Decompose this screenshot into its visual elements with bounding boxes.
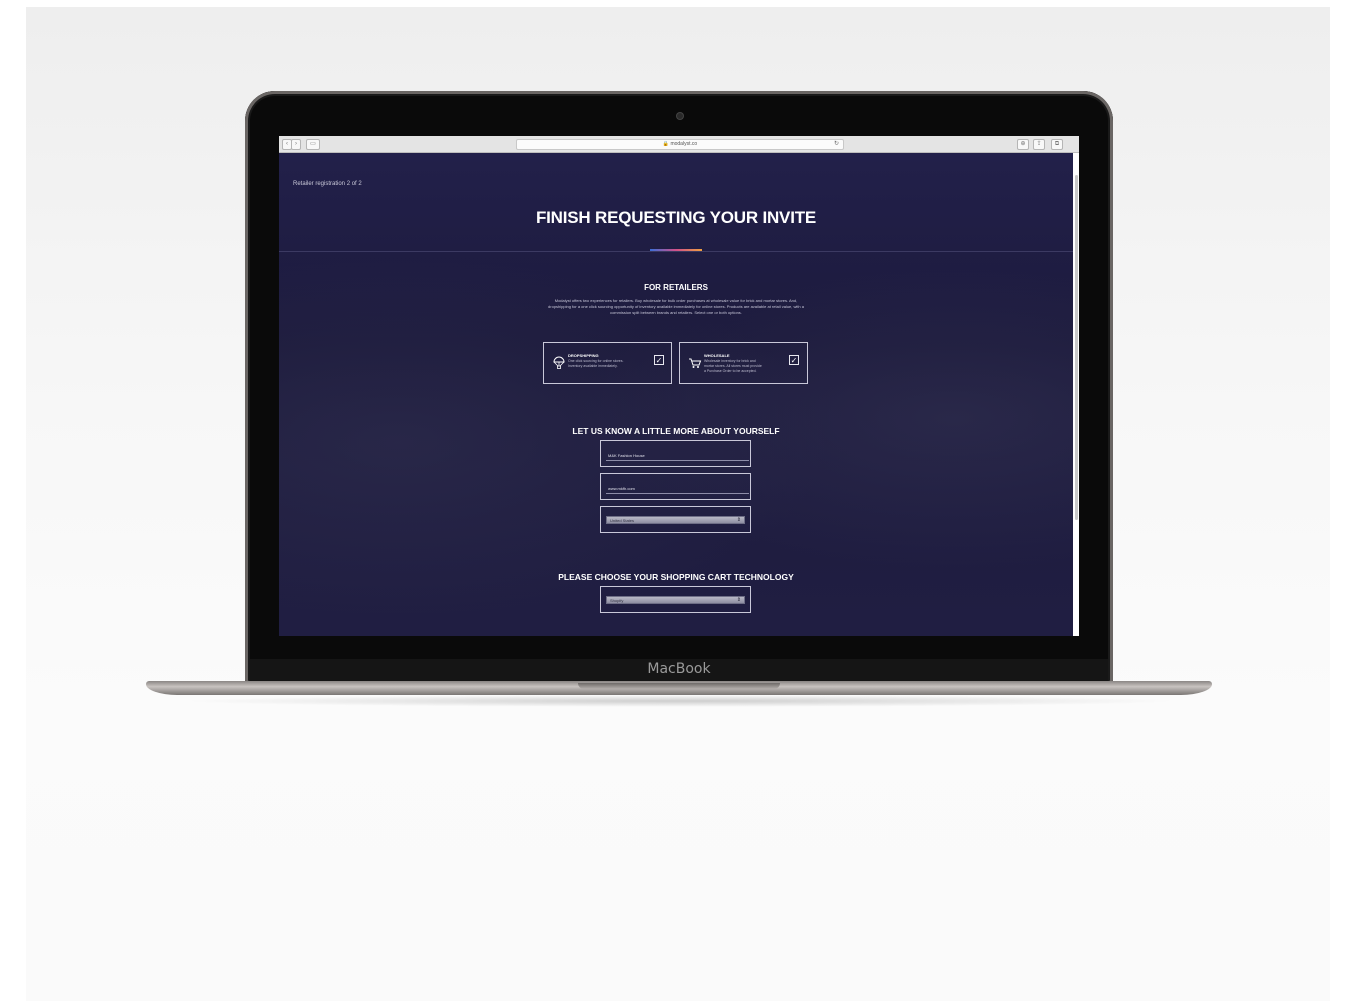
website-input[interactable] [606, 483, 749, 494]
cart-value: Shopify [610, 598, 624, 603]
header-divider [279, 251, 1073, 252]
select-arrow-icon: ⇕ [736, 517, 741, 523]
option-wholesale[interactable]: WHOLESALE Wholesale inventory for brick … [679, 342, 808, 384]
laptop-screen: ‹ › ▭ 🔒 modalyst.co ↻ ⊕ ⇪ ⧉ Retailer reg… [279, 136, 1079, 636]
country-field: United States ⇕ [600, 506, 751, 533]
retailers-description: Modalyst offers two experiences for reta… [548, 298, 804, 315]
address-bar[interactable]: 🔒 modalyst.co ↻ [516, 139, 844, 150]
sidebar-icon[interactable]: ▭ [306, 139, 320, 150]
option-description: Wholesale inventory for brick and mortar… [704, 359, 762, 373]
dropshipping-checkbox[interactable]: ✓ [654, 355, 664, 365]
option-title: DROPSHIPPING [568, 353, 599, 358]
laptop-brand-label: MacBook [647, 661, 711, 677]
scrollbar-thumb[interactable] [1075, 175, 1078, 520]
url-text: 🔒 modalyst.co [662, 141, 698, 147]
scrollbar[interactable] [1073, 153, 1079, 636]
option-dropshipping[interactable]: DROPSHIPPING One click sourcing for onli… [543, 342, 672, 384]
forward-icon[interactable]: › [291, 139, 301, 150]
share-icon[interactable]: ⇪ [1033, 139, 1045, 150]
country-value: United States [610, 518, 635, 523]
cart-heading: PLEASE CHOOSE YOUR SHOPPING CART TECHNOL… [558, 572, 794, 582]
registration-page: Retailer registration 2 of 2 FINISH REQU… [279, 153, 1073, 636]
wholesale-checkbox[interactable]: ✓ [789, 355, 799, 365]
cart-select[interactable]: Shopify ⇕ [606, 596, 745, 604]
tabs-icon[interactable]: ⧉ [1051, 139, 1063, 150]
retailers-heading: FOR RETAILERS [644, 283, 708, 292]
download-icon[interactable]: ⊕ [1017, 139, 1029, 150]
store-name-field [600, 440, 751, 467]
select-arrow-icon: ⇕ [736, 597, 741, 603]
step-indicator: Retailer registration 2 of 2 [293, 181, 362, 187]
reload-icon[interactable]: ↻ [834, 140, 839, 149]
option-description: One click sourcing for online stores. In… [568, 359, 624, 368]
country-select[interactable]: United States ⇕ [606, 516, 745, 524]
store-name-input[interactable] [606, 450, 749, 461]
option-title: WHOLESALE [704, 353, 730, 358]
laptop-shadow [180, 695, 1180, 707]
camera-icon [677, 113, 683, 119]
browser-toolbar: ‹ › ▭ 🔒 modalyst.co ↻ ⊕ ⇪ ⧉ [279, 136, 1079, 153]
cart-icon [689, 358, 702, 368]
parachute-icon [553, 356, 565, 369]
about-heading: LET US KNOW A LITTLE MORE ABOUT YOURSELF [572, 426, 780, 436]
page-title: FINISH REQUESTING YOUR INVITE [535, 208, 817, 227]
website-field [600, 473, 751, 500]
laptop-notch [578, 683, 780, 689]
cart-field: Shopify ⇕ [600, 586, 751, 613]
